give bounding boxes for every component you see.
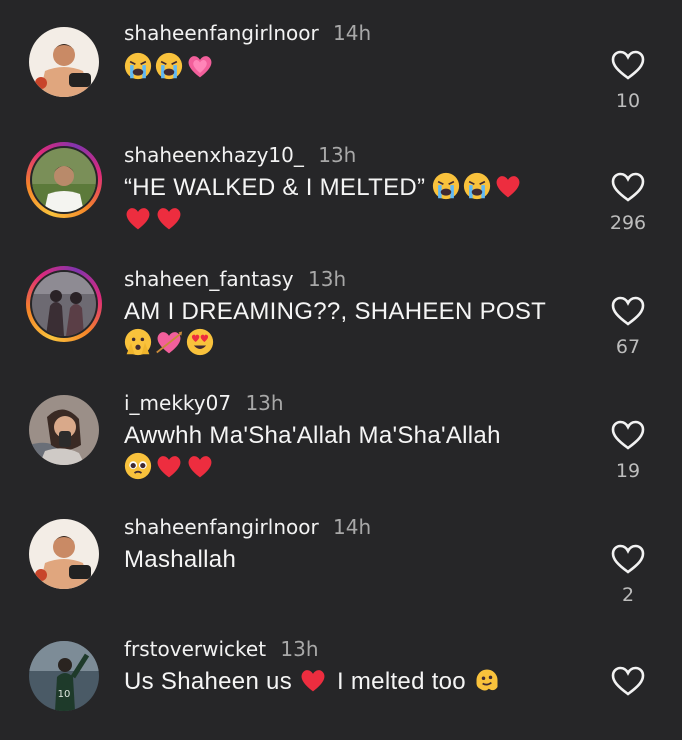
comment-text: Us Shaheen us I melted too <box>124 666 604 698</box>
like-heart-icon[interactable] <box>611 420 645 450</box>
username[interactable]: shaheen_fantasy <box>124 267 294 291</box>
comment-item: shaheenfangirlnoor 14h Mashallah 2 <box>0 494 682 618</box>
comment-item: shaheen_fantasy 13h AM I DREAMING??, SHA… <box>0 246 682 370</box>
avatar-image <box>32 272 96 336</box>
like-count: 67 <box>615 336 641 358</box>
red-heart-emoji <box>155 452 183 480</box>
timestamp: 13h <box>318 143 357 167</box>
like-count: 296 <box>609 212 647 234</box>
red-heart-emoji <box>494 172 522 200</box>
red-heart-emoji <box>124 204 152 232</box>
comment-item: shaheenfangirlnoor 14h 10 <box>0 0 682 124</box>
username[interactable]: shaheenfangirlnoor <box>124 21 319 45</box>
comment-body-continued: I melted too <box>336 668 466 695</box>
comment-body: Mashallah <box>124 546 237 573</box>
like-count: 10 <box>615 90 641 112</box>
like-heart-icon[interactable] <box>611 296 645 326</box>
red-heart-emoji <box>186 452 214 480</box>
crying-face-emoji <box>124 52 152 80</box>
comment-text <box>124 52 594 84</box>
avatar-image <box>32 148 96 212</box>
comment-text: AM I DREAMING??, SHAHEEN POST <box>124 296 594 360</box>
face-peeking-emoji <box>124 328 152 356</box>
red-heart-emoji <box>155 204 183 232</box>
heart-eyes-emoji <box>186 328 214 356</box>
timestamp: 13h <box>308 267 347 291</box>
avatar-image: 10 <box>29 641 99 711</box>
crying-face-emoji <box>155 52 183 80</box>
avatar-image <box>29 395 99 465</box>
svg-text:10: 10 <box>58 689 71 700</box>
like-count: 2 <box>621 584 635 606</box>
avatar[interactable] <box>26 142 102 218</box>
avatar[interactable] <box>26 392 102 468</box>
username[interactable]: shaheenxhazy10_ <box>124 143 304 167</box>
comment-text: Mashallah <box>124 544 594 576</box>
timestamp: 14h <box>333 515 372 539</box>
crying-face-emoji <box>463 172 491 200</box>
avatar[interactable]: 10 <box>26 638 102 714</box>
comment-item: shaheenxhazy10_ 13h “HE WALKED & I MELTE… <box>0 122 682 246</box>
growing-heart-emoji <box>186 52 214 80</box>
melting-face-emoji <box>473 666 501 694</box>
comment-item: i_mekky07 13h Awwhh Ma'Sha'Allah Ma'Sha'… <box>0 370 682 494</box>
comment-item: 10 frstoverwicket 13h Us Shaheen us I me… <box>0 616 682 740</box>
like-count: 19 <box>615 460 641 482</box>
comment-text: “HE WALKED & I MELTED” <box>124 172 594 236</box>
comment-body: “HE WALKED & I MELTED” <box>124 174 426 201</box>
username[interactable]: i_mekky07 <box>124 391 231 415</box>
timestamp: 13h <box>245 391 284 415</box>
like-heart-icon[interactable] <box>611 666 645 696</box>
like-heart-icon[interactable] <box>611 50 645 80</box>
comment-body: Awwhh Ma'Sha'Allah Ma'Sha'Allah <box>124 422 501 449</box>
comment-body: Us Shaheen us <box>124 668 293 695</box>
like-heart-icon[interactable] <box>611 544 645 574</box>
avatar-image <box>29 27 99 97</box>
red-heart-emoji <box>299 666 327 694</box>
comment-body: AM I DREAMING??, SHAHEEN POST <box>124 298 547 325</box>
like-heart-icon[interactable] <box>611 172 645 202</box>
username[interactable]: shaheenfangirlnoor <box>124 515 319 539</box>
avatar[interactable] <box>26 266 102 342</box>
heart-with-arrow-emoji <box>155 328 183 356</box>
crying-face-emoji <box>432 172 460 200</box>
username[interactable]: frstoverwicket <box>124 637 266 661</box>
avatar[interactable] <box>26 24 102 100</box>
timestamp: 14h <box>333 21 372 45</box>
avatar[interactable] <box>26 516 102 592</box>
comment-text: Awwhh Ma'Sha'Allah Ma'Sha'Allah <box>124 420 604 484</box>
timestamp: 13h <box>280 637 319 661</box>
avatar-image <box>29 519 99 589</box>
pleading-face-emoji <box>124 452 152 480</box>
